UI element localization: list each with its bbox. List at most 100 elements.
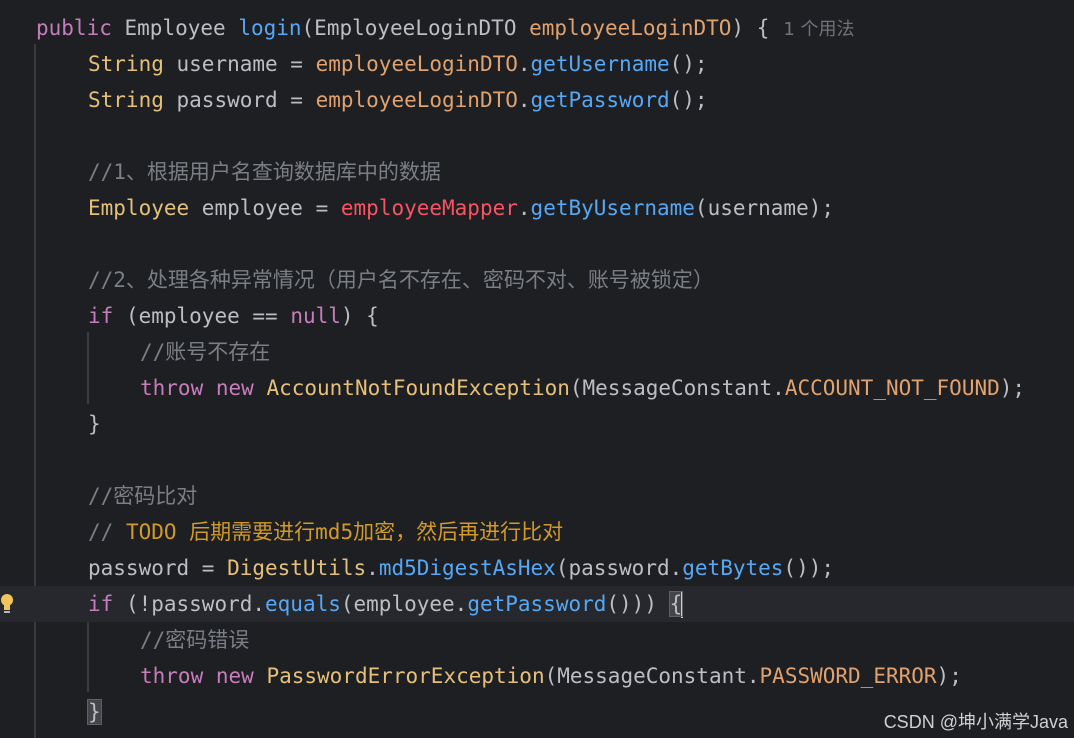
code-text: if (!password.equals(employee.getPasswor…: [88, 586, 684, 622]
code-token: (employee.: [340, 592, 468, 616]
code-text: String password = employeeLoginDTO.getPa…: [88, 82, 708, 118]
code-line[interactable]: //密码比对: [0, 478, 1074, 514]
code-token: (MessageConstant.: [544, 664, 760, 688]
code-token: employeeLoginDTO: [315, 52, 518, 76]
code-text: // TODO 后期需要进行md5加密，然后再进行比对: [88, 514, 563, 550]
code-token: ();: [669, 88, 708, 112]
code-token: new: [215, 376, 267, 400]
code-token: Employee: [124, 16, 239, 40]
code-line[interactable]: password = DigestUtils.md5DigestAsHex(pa…: [0, 550, 1074, 586]
code-token: //: [88, 520, 126, 544]
code-token: //密码错误: [140, 628, 250, 652]
code-text: public Employee login(EmployeeLoginDTO e…: [36, 10, 855, 48]
code-token: new: [215, 664, 267, 688]
code-token: throw: [140, 376, 216, 400]
usage-hint[interactable]: 1 个用法: [783, 19, 854, 40]
code-token: .: [517, 196, 531, 220]
code-token: (MessageConstant.: [569, 376, 785, 400]
code-token: (EmployeeLoginDTO: [301, 16, 530, 40]
code-token: );: [936, 664, 962, 688]
code-token: password =: [88, 556, 228, 580]
code-token: employeeMapper: [340, 196, 518, 220]
code-token: public: [36, 16, 125, 40]
code-line[interactable]: // TODO 后期需要进行md5加密，然后再进行比对: [0, 514, 1074, 550]
code-token: throw: [140, 664, 216, 688]
code-token: (!password.: [125, 592, 266, 616]
code-token: getByUsername: [530, 196, 695, 220]
code-token: //账号不存在: [140, 340, 271, 364]
text-caret: [681, 592, 684, 618]
code-token: (username);: [694, 196, 834, 220]
code-line[interactable]: throw new PasswordErrorException(Message…: [0, 658, 1074, 694]
code-text: //密码错误: [140, 622, 249, 658]
code-token: login: [238, 16, 302, 40]
code-token: if: [88, 592, 126, 616]
code-token: .: [517, 52, 531, 76]
code-token: ();: [669, 52, 708, 76]
code-line[interactable]: [0, 226, 1074, 262]
code-text: throw new AccountNotFoundException(Messa…: [140, 370, 1025, 406]
code-token: );: [999, 376, 1026, 400]
code-token: //密码比对: [88, 484, 198, 508]
code-line[interactable]: String username = employeeLoginDTO.getUs…: [0, 46, 1074, 82]
code-token: //2、处理各种异常情况（用户名不存在、密码不对、账号被锁定）: [88, 268, 714, 292]
code-token: }: [88, 412, 101, 436]
code-text: //1、根据用户名查询数据库中的数据: [88, 154, 441, 190]
code-token: null: [290, 304, 341, 328]
code-line[interactable]: public Employee login(EmployeeLoginDTO e…: [0, 10, 1074, 46]
code-text: throw new PasswordErrorException(Message…: [140, 658, 962, 694]
code-token: .: [517, 88, 531, 112]
watermark: CSDN @坤小满学Java: [883, 712, 1068, 732]
code-line[interactable]: //1、根据用户名查询数据库中的数据: [0, 154, 1074, 190]
code-token: getBytes: [682, 556, 784, 580]
code-token: md5DigestAsHex: [378, 556, 556, 580]
code-line[interactable]: String password = employeeLoginDTO.getPa…: [0, 82, 1074, 118]
code-token: ) {: [731, 16, 770, 40]
code-token: ACCOUNT_NOT_FOUND: [784, 376, 1000, 400]
code-editor[interactable]: public Employee login(EmployeeLoginDTO e…: [0, 0, 1074, 738]
code-token: employeeLoginDTO: [529, 16, 732, 40]
code-text: Employee employee = employeeMapper.getBy…: [88, 190, 834, 226]
code-token: String: [88, 88, 177, 112]
code-token: PasswordErrorException: [266, 664, 545, 688]
code-text: String username = employeeLoginDTO.getUs…: [88, 46, 708, 82]
code-text: password = DigestUtils.md5DigestAsHex(pa…: [88, 550, 834, 586]
code-token: DigestUtils: [227, 556, 367, 580]
code-line[interactable]: if (!password.equals(employee.getPasswor…: [0, 586, 1074, 622]
code-text: }: [88, 406, 101, 442]
code-token: Employee: [88, 196, 202, 220]
code-token: ());: [783, 556, 834, 580]
code-line[interactable]: }: [0, 406, 1074, 442]
code-token: PASSWORD_ERROR: [759, 664, 937, 688]
code-line[interactable]: //2、处理各种异常情况（用户名不存在、密码不对、账号被锁定）: [0, 262, 1074, 298]
code-line[interactable]: throw new AccountNotFoundException(Messa…: [0, 370, 1074, 406]
code-token: equals: [265, 592, 341, 616]
code-token: }: [87, 699, 102, 725]
code-token: //1、根据用户名查询数据库中的数据: [88, 160, 441, 184]
code-line[interactable]: [0, 442, 1074, 478]
code-token: getPassword: [467, 592, 607, 616]
code-token: password =: [176, 88, 316, 112]
code-text: }: [87, 694, 102, 730]
code-token: AccountNotFoundException: [266, 376, 570, 400]
code-line[interactable]: Employee employee = employeeMapper.getBy…: [0, 190, 1074, 226]
code-line[interactable]: [0, 118, 1074, 154]
code-token: employeeLoginDTO: [315, 88, 518, 112]
code-token: String: [88, 52, 177, 76]
code-token: (employee ==: [125, 304, 291, 328]
code-token: getUsername: [530, 52, 670, 76]
code-token: if: [88, 304, 126, 328]
lightbulb-icon[interactable]: [0, 590, 14, 618]
code-token: (password.: [555, 556, 683, 580]
code-token: ())): [606, 592, 670, 616]
code-line[interactable]: //密码错误: [0, 622, 1074, 658]
code-token: ) {: [340, 304, 379, 328]
code-line[interactable]: if (employee == null) {: [0, 298, 1074, 334]
code-token: TODO 后期需要进行md5加密，然后再进行比对: [125, 520, 564, 544]
code-token: getPassword: [530, 88, 670, 112]
code-text: if (employee == null) {: [88, 298, 379, 334]
code-line[interactable]: //账号不存在: [0, 334, 1074, 370]
code-token: username =: [176, 52, 316, 76]
code-token: .: [366, 556, 379, 580]
code-text: //2、处理各种异常情况（用户名不存在、密码不对、账号被锁定）: [88, 262, 714, 298]
